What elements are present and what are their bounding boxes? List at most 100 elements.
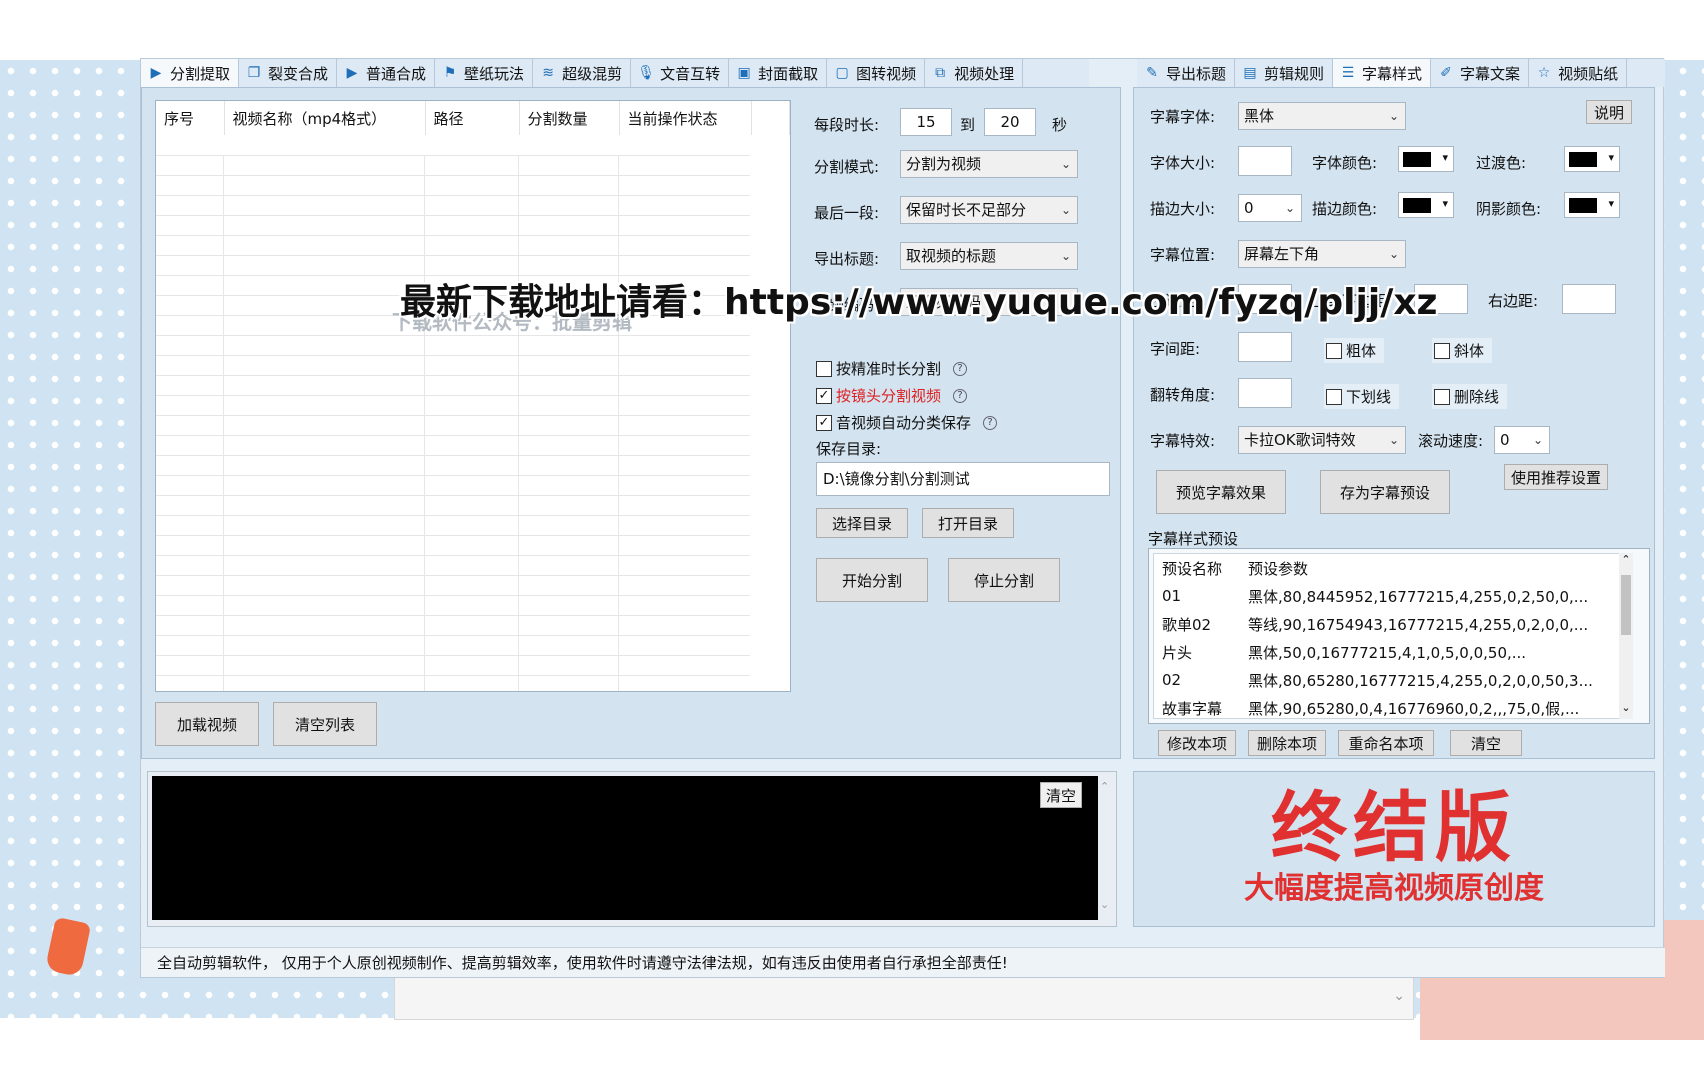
chevron-down-icon: ⌄ [1060, 157, 1071, 171]
modify-preset-button[interactable]: 修改本项 [1158, 730, 1236, 756]
to-label: 到 [960, 116, 976, 134]
promo-title: 终结版 [1271, 783, 1517, 872]
help-button[interactable]: 说明 [1586, 100, 1632, 124]
main-tab-2[interactable]: ▶ 普通合成 [337, 59, 436, 87]
main-tab-6[interactable]: ▣ 封面截取 [729, 59, 828, 87]
duration-from-input[interactable]: 15 [900, 108, 952, 136]
recommended-settings-button[interactable]: 使用推荐设置 [1504, 464, 1608, 490]
main-tab-1[interactable]: ❐ 裂变合成 [239, 59, 338, 87]
scroll-speed-label: 滚动速度: [1418, 432, 1484, 450]
transition-color-picker[interactable]: ▾ [1564, 146, 1620, 172]
subtitle-tab-0[interactable]: ✎ 导出标题 [1137, 59, 1236, 87]
stroke-color-picker[interactable]: ▾ [1398, 192, 1454, 218]
subtitle-tab-3[interactable]: ✐ 字幕文案 [1431, 59, 1530, 87]
export-title-select[interactable]: 取视频的标题 ⌄ [900, 242, 1078, 270]
save-subtitle-preset-button[interactable]: 存为字幕预设 [1320, 470, 1450, 514]
main-tab-8[interactable]: ⧉ 视频处理 [925, 59, 1024, 87]
chevron-down-icon: ▾ [1608, 151, 1614, 164]
image-icon: ▣ [737, 65, 751, 81]
main-tab-5[interactable]: 🎙 文音互转 [631, 59, 730, 87]
start-split-button[interactable]: 开始分割 [816, 558, 928, 602]
scroll-thumb[interactable] [1621, 575, 1631, 635]
stroke-size-select[interactable]: 0 ⌄ [1238, 194, 1302, 222]
video-table[interactable]: 序号 视频名称（mp4格式） 路径 分割数量 当前操作状态 [155, 100, 791, 692]
shadow-color-picker[interactable]: ▾ [1564, 192, 1620, 218]
export-title-icon: ✎ [1146, 65, 1158, 81]
underline-checkbox[interactable]: 下划线 [1324, 384, 1400, 409]
split-mode-select[interactable]: 分割为视频 ⌄ [900, 150, 1078, 178]
column-header[interactable]: 分割数量 [519, 101, 620, 135]
overlay-url-text: 最新下载地址请看：https://www.yuque.com/fyzq/pljj… [400, 282, 1438, 323]
font-size-input[interactable] [1238, 146, 1292, 176]
scroll-down-icon[interactable]: ⌄ [1619, 701, 1633, 714]
scroll-down-icon[interactable]: ⌄ [1100, 898, 1114, 911]
clear-list-button[interactable]: 清空列表 [273, 702, 377, 746]
preset-column-header[interactable]: 预设名称 [1154, 554, 1240, 582]
preset-row[interactable]: 歌单02 等线,90,16754943,16777215,4,255,0,2,0,… [1154, 610, 1630, 638]
italic-checkbox[interactable]: 斜体 [1432, 338, 1493, 363]
tab-label: 字幕文案 [1460, 64, 1521, 83]
checkbox-box [816, 360, 832, 377]
column-header[interactable]: 序号 [156, 101, 225, 135]
color-swatch [1569, 152, 1597, 167]
open-dir-button[interactable]: 打开目录 [922, 508, 1014, 538]
clear-presets-button[interactable]: 清空 [1450, 730, 1522, 756]
preset-scrollbar[interactable]: ⌃ ⌄ [1619, 553, 1633, 719]
tab-label: 图转视频 [856, 64, 917, 83]
strikethrough-checkbox[interactable]: 删除线 [1432, 384, 1508, 409]
subtitle-tab-4[interactable]: ☆ 视频贴纸 [1529, 59, 1628, 87]
chevron-down-icon: ⌄ [1388, 433, 1399, 447]
scroll-up-icon[interactable]: ⌃ [1100, 780, 1114, 793]
select-dir-button[interactable]: 选择目录 [816, 508, 908, 538]
column-header[interactable]: 当前操作状态 [619, 101, 752, 135]
help-icon[interactable]: ? [953, 388, 968, 403]
checkbox-box-checked: ✓ [816, 387, 832, 404]
preview-subtitle-button[interactable]: 预览字幕效果 [1156, 470, 1286, 514]
subtitle-tab-1[interactable]: ▤ 剪辑规则 [1235, 59, 1334, 87]
preset-row[interactable]: 01 黑体,80,8445952,16777215,4,255,0,2,50,0,… [1154, 582, 1630, 610]
edit-rules-icon: ▤ [1243, 65, 1257, 81]
scroll-up-icon[interactable]: ⌃ [1619, 553, 1633, 566]
preset-row[interactable]: 02 黑体,80,65280,16777215,4,255,0,2,0,0,50,… [1154, 666, 1630, 694]
main-tab-0[interactable]: ▶ 分割提取 [141, 59, 240, 87]
preset-params-cell: 黑体,90,65280,0,4,16776960,0,2,,,75,0,假,..… [1248, 699, 1580, 718]
preset-table[interactable]: 预设名称 预设参数 01 黑体,80,8445952,16777215,4,255,… [1153, 553, 1631, 719]
help-icon[interactable]: ? [983, 415, 998, 430]
color-swatch [1403, 152, 1431, 167]
preset-row[interactable]: 片头 黑体,50,0,16777215,4,1,0,5,0,0,50,... [1154, 638, 1630, 666]
preset-column-header[interactable]: 预设参数 [1240, 554, 1630, 582]
tab-label: 分割提取 [170, 64, 231, 83]
scroll-speed-select[interactable]: 0 ⌄ [1494, 426, 1550, 454]
duration-to-input[interactable]: 20 [984, 108, 1036, 136]
main-tab-3[interactable]: ⚑ 壁纸玩法 [435, 59, 534, 87]
checkbox-box [1434, 342, 1450, 359]
stroke-color-label: 描边颜色: [1312, 200, 1378, 218]
subtitle-tab-2[interactable]: ☰ 字幕样式 [1333, 59, 1432, 87]
delete-preset-button[interactable]: 删除本项 [1248, 730, 1326, 756]
font-color-picker[interactable]: ▾ [1398, 146, 1454, 172]
save-dir-input[interactable]: D:\镜像分割\分割测试 [816, 462, 1110, 496]
main-tab-4[interactable]: ≋ 超级混剪 [533, 59, 632, 87]
auto-classify-checkbox[interactable]: ✓ 音视频自动分类保存? [816, 412, 998, 433]
checkbox-label: 粗体 [1346, 342, 1377, 360]
clear-log-button[interactable]: 清空 [1040, 782, 1082, 808]
load-video-button[interactable]: 加载视频 [155, 702, 259, 746]
subtitle-effect-select[interactable]: 卡拉OK歌词特效 ⌄ [1238, 426, 1406, 454]
stop-split-button[interactable]: 停止分割 [948, 558, 1060, 602]
help-icon[interactable]: ? [953, 361, 968, 376]
subtitle-position-select[interactable]: 屏幕左下角 ⌄ [1238, 240, 1406, 268]
preset-row[interactable]: 故事字幕 黑体,90,65280,0,4,16776960,0,2,,,75,0,… [1154, 694, 1630, 718]
subtitle-font-select[interactable]: 黑体 ⌄ [1238, 102, 1406, 130]
precise-duration-checkbox[interactable]: 按精准时长分割? [816, 358, 968, 379]
column-header[interactable]: 路径 [425, 101, 520, 135]
letter-spacing-input[interactable] [1238, 332, 1292, 362]
last-segment-select[interactable]: 保留时长不足部分 ⌄ [900, 196, 1078, 224]
rotate-angle-input[interactable] [1238, 378, 1292, 408]
rename-preset-button[interactable]: 重命名本项 [1338, 730, 1434, 756]
left-tab-bar: ▶ 分割提取 ❐ 裂变合成 ▶ 普通合成 ⚑ 壁纸玩法 ≋ 超级混剪 🎙 文音互转 ▣ 封面截取 ▢ 图转视频… [141, 59, 1089, 87]
bold-checkbox[interactable]: 粗体 [1324, 338, 1385, 363]
main-tab-7[interactable]: ▢ 图转视频 [827, 59, 926, 87]
right-margin-input[interactable] [1562, 284, 1616, 314]
column-header[interactable]: 视频名称（mp4格式） [224, 101, 426, 135]
shot-split-checkbox[interactable]: ✓ 按镜头分割视频? [816, 385, 968, 406]
